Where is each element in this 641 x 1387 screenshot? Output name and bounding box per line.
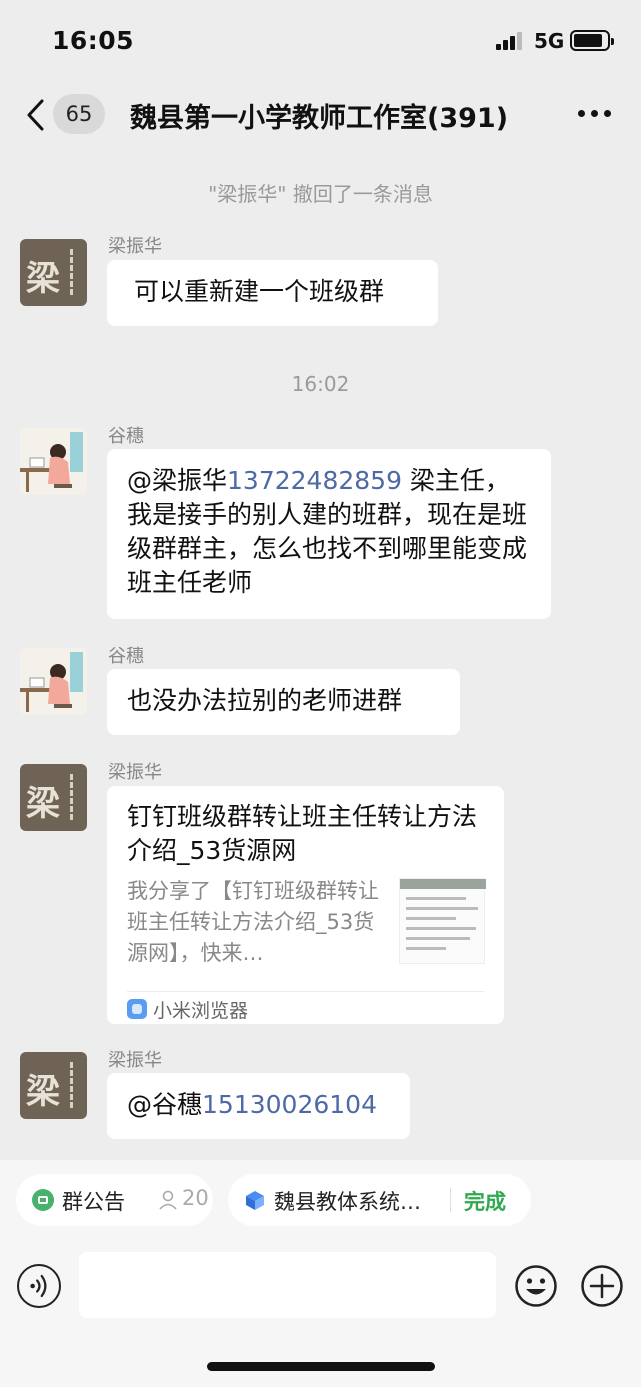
emoji-icon[interactable] <box>514 1264 558 1308</box>
message-bubble[interactable]: 可以重新建一个班级群 <box>107 260 438 326</box>
message-bubble[interactable]: @谷穗15130026104 <box>107 1073 410 1139</box>
sender-name: 梁振华 <box>108 236 162 257</box>
battery-icon <box>570 30 614 51</box>
cube-icon <box>246 1191 264 1210</box>
recall-notice: "梁振华" 撤回了一条消息 <box>208 182 433 206</box>
voice-icon[interactable] <box>17 1264 61 1308</box>
avatar[interactable]: 梁 <box>20 1052 87 1119</box>
sender-name: 梁振华 <box>108 762 162 783</box>
group-notice-chip[interactable]: 群公告 20 <box>16 1174 213 1226</box>
sender-name: 谷穗 <box>108 646 144 667</box>
link-card[interactable]: 钉钉班级群转让班主任转让方法介绍_53货源网 我分享了【钉钉班级群转让班主任转让… <box>107 786 504 1024</box>
notice-icon <box>32 1189 54 1211</box>
sender-name: 梁振华 <box>108 1050 162 1071</box>
mention-text[interactable]: @谷穗 <box>127 1090 202 1119</box>
browser-icon <box>127 999 147 1019</box>
notice-count: 20 <box>182 1186 209 1210</box>
phone-link[interactable]: 15130026104 <box>202 1090 377 1119</box>
bottom-bar: 群公告 20 魏县教体系统… 完成 <box>0 1160 641 1387</box>
message-bubble[interactable]: @梁振华13722482859 梁主任，我是接手的别人建的班群，现在是班级群群主… <box>107 449 551 619</box>
message-bubble[interactable]: 也没办法拉别的老师进群 <box>107 669 460 735</box>
mini-app-chip[interactable]: 魏县教体系统… 完成 <box>228 1174 531 1226</box>
plus-icon[interactable] <box>580 1264 624 1308</box>
more-dots-icon[interactable] <box>578 110 612 118</box>
mini-app-label: 魏县教体系统… <box>274 1190 421 1214</box>
chat-title: 魏县第一小学教师工作室(391) <box>130 103 509 134</box>
time-divider: 16:02 <box>291 372 350 396</box>
group-notice-label: 群公告 <box>62 1190 125 1214</box>
link-description: 我分享了【钉钉班级群转让班主任转让方法介绍_53货源网】，快来… <box>127 879 379 965</box>
link-title: 钉钉班级群转让班主任转让方法介绍_53货源网 <box>127 802 478 865</box>
person-icon <box>159 1190 177 1210</box>
sender-name: 谷穗 <box>108 426 144 447</box>
home-indicator <box>207 1362 435 1371</box>
status-bar: 16:05 5G <box>0 0 641 80</box>
message-input[interactable] <box>79 1252 496 1318</box>
back-chevron-icon[interactable] <box>24 98 50 132</box>
avatar[interactable]: 梁 <box>20 239 87 306</box>
avatar[interactable] <box>20 428 87 495</box>
network-label: 5G <box>534 29 565 53</box>
chat-area[interactable]: "梁振华" 撤回了一条消息 梁 梁振华 可以重新建一个班级群 16:02 谷穗 … <box>0 150 641 1160</box>
link-thumbnail <box>399 878 486 964</box>
chat-header: 65 魏县第一小学教师工作室(391) <box>0 80 641 150</box>
done-button[interactable]: 完成 <box>464 1186 506 1216</box>
link-source: 小米浏览器 <box>153 1000 249 1022</box>
avatar[interactable] <box>20 648 87 715</box>
status-time: 16:05 <box>52 26 135 55</box>
phone-link[interactable]: 13722482859 <box>227 466 402 495</box>
mention-text[interactable]: @梁振华 <box>127 466 227 495</box>
unread-count-badge[interactable]: 65 <box>53 94 105 134</box>
avatar[interactable]: 梁 <box>20 764 87 831</box>
signal-icon <box>496 32 524 50</box>
